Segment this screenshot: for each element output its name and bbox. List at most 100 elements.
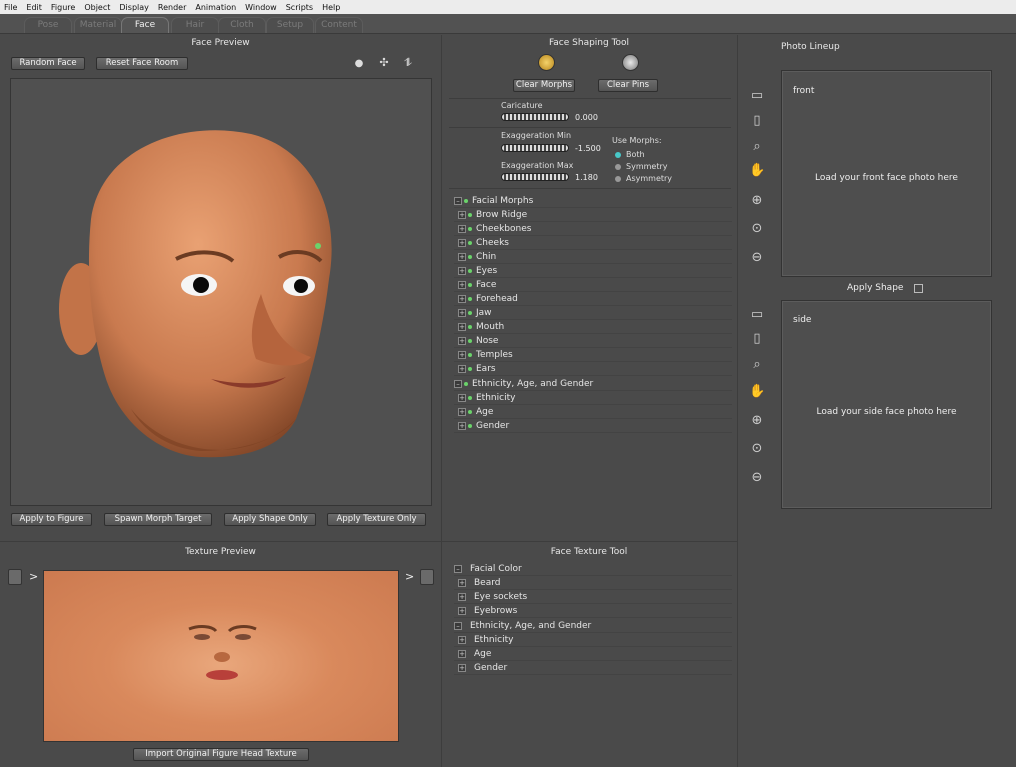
reset-face-room-button[interactable]: Reset Face Room xyxy=(96,57,188,70)
tab-cloth[interactable]: Cloth xyxy=(218,17,266,33)
tree-node-cheekbones[interactable]: + Cheekbones xyxy=(454,222,732,236)
trash-icon[interactable]: ▯ xyxy=(749,113,765,129)
tree-node-forehead[interactable]: + Forehead xyxy=(454,292,732,306)
tree-node-nose[interactable]: + Nose xyxy=(454,334,732,348)
tree-node-texture-gender[interactable]: + Gender xyxy=(454,661,732,675)
menu-scripts[interactable]: Scripts xyxy=(286,3,313,12)
tree-node-brow-ridge[interactable]: + Brow Ridge xyxy=(454,208,732,222)
zoom-reset-icon[interactable]: ⊙ xyxy=(749,221,765,237)
radio-both[interactable]: Both xyxy=(615,150,645,159)
expand-icon[interactable]: + xyxy=(458,322,466,331)
menu-file[interactable]: File xyxy=(4,3,17,12)
menu-help[interactable]: Help xyxy=(322,3,340,12)
tree-node-chin[interactable]: + Chin xyxy=(454,250,732,264)
pan-arrows-icon[interactable]: ✣ xyxy=(374,57,394,69)
expand-icon[interactable]: + xyxy=(458,210,466,219)
tree-node-facial-color[interactable]: – Facial Color xyxy=(454,562,732,576)
collapse-icon[interactable]: – xyxy=(454,379,462,388)
expand-icon[interactable]: + xyxy=(458,308,466,317)
apply-shape-only-button[interactable]: Apply Shape Only xyxy=(224,513,316,526)
tree-node-texture-ethnicity[interactable]: + Ethnicity xyxy=(454,633,732,647)
tree-node-mouth[interactable]: + Mouth xyxy=(454,320,732,334)
zoom-out-icon-side[interactable]: ⊖ xyxy=(749,470,765,486)
tree-node-ethnicity[interactable]: + Ethnicity xyxy=(454,391,732,405)
menu-figure[interactable]: Figure xyxy=(51,3,75,12)
collapse-icon[interactable]: – xyxy=(454,564,462,573)
expand-icon[interactable]: + xyxy=(458,421,466,430)
tree-node-temples[interactable]: + Temples xyxy=(454,348,732,362)
menu-render[interactable]: Render xyxy=(158,3,186,12)
magnifier-icon[interactable]: ⌕ xyxy=(749,139,765,155)
expand-icon[interactable]: + xyxy=(458,238,466,247)
import-head-texture-button[interactable]: Import Original Figure Head Texture xyxy=(133,748,309,761)
zoom-out-icon[interactable]: ⊖ xyxy=(749,250,765,266)
expand-icon[interactable]: + xyxy=(458,592,466,601)
caricature-slider[interactable] xyxy=(501,113,569,121)
page-icon-right[interactable] xyxy=(420,569,434,585)
menu-edit[interactable]: Edit xyxy=(26,3,42,12)
face-preview-viewport[interactable] xyxy=(10,78,432,506)
expand-icon[interactable]: + xyxy=(458,578,466,587)
tree-node-ears[interactable]: + Ears xyxy=(454,362,732,376)
apply-to-figure-button[interactable]: Apply to Figure xyxy=(11,513,92,526)
pin-tool-icon[interactable] xyxy=(622,54,639,71)
expand-icon[interactable]: + xyxy=(458,280,466,289)
exag-max-slider[interactable] xyxy=(501,173,569,181)
tree-node-facial-morphs[interactable]: – Facial Morphs xyxy=(454,194,732,208)
tab-setup[interactable]: Setup xyxy=(266,17,314,33)
side-photo-box[interactable]: side Load your side face photo here xyxy=(781,300,992,509)
radio-symmetry[interactable]: Symmetry xyxy=(615,162,667,171)
tree-node-eyebrows[interactable]: + Eyebrows xyxy=(454,604,732,618)
exag-min-slider[interactable] xyxy=(501,144,569,152)
menu-display[interactable]: Display xyxy=(119,3,149,12)
zoom-in-icon[interactable]: ⊕ xyxy=(749,193,765,209)
radio-asymmetry[interactable]: Asymmetry xyxy=(615,174,672,183)
page-icon-left[interactable] xyxy=(8,569,22,585)
expand-icon[interactable]: + xyxy=(458,252,466,261)
menu-object[interactable]: Object xyxy=(84,3,110,12)
apply-shape-checkbox[interactable] xyxy=(914,284,923,293)
spawn-morph-target-button[interactable]: Spawn Morph Target xyxy=(104,513,212,526)
tree-node-texture-ethnicity-age-gender[interactable]: – Ethnicity, Age, and Gender xyxy=(454,619,732,633)
magnifier-icon-side[interactable]: ⌕ xyxy=(749,357,765,373)
tab-content[interactable]: Content xyxy=(315,17,363,33)
clear-pins-button[interactable]: Clear Pins xyxy=(598,79,658,92)
collapse-icon[interactable]: – xyxy=(454,621,462,630)
expand-icon[interactable]: + xyxy=(458,336,466,345)
tab-hair[interactable]: Hair xyxy=(171,17,219,33)
expand-icon[interactable]: + xyxy=(458,606,466,615)
random-face-button[interactable]: Random Face xyxy=(11,57,85,70)
menu-window[interactable]: Window xyxy=(245,3,277,12)
pin-icon[interactable]: ⥮ xyxy=(403,56,413,70)
rotate-sphere-icon[interactable]: ● xyxy=(353,58,365,70)
apply-texture-only-button[interactable]: Apply Texture Only xyxy=(327,513,426,526)
hand-icon-side[interactable]: ✋ xyxy=(749,384,765,400)
hand-icon[interactable]: ✋ xyxy=(749,163,765,179)
expand-icon[interactable]: + xyxy=(458,407,466,416)
prev-arrow[interactable]: > xyxy=(29,570,38,583)
tab-face[interactable]: Face xyxy=(121,17,169,33)
menu-animation[interactable]: Animation xyxy=(195,3,236,12)
texture-preview-image[interactable] xyxy=(43,570,399,742)
expand-icon[interactable]: + xyxy=(458,393,466,402)
collapse-icon[interactable]: – xyxy=(454,196,462,205)
next-arrow[interactable]: > xyxy=(405,570,414,583)
expand-icon[interactable]: + xyxy=(458,635,466,644)
tree-node-ethnicity-age-gender[interactable]: – Ethnicity, Age, and Gender xyxy=(454,377,732,391)
zoom-reset-icon-side[interactable]: ⊙ xyxy=(749,441,765,457)
morph-brush-icon[interactable] xyxy=(538,54,555,71)
folder-icon-side[interactable]: ▭ xyxy=(749,307,765,323)
tree-node-cheeks[interactable]: + Cheeks xyxy=(454,236,732,250)
tree-node-face[interactable]: + Face xyxy=(454,278,732,292)
tab-material[interactable]: Material xyxy=(74,17,122,33)
expand-icon[interactable]: + xyxy=(458,350,466,359)
pin-marker[interactable] xyxy=(315,243,321,249)
tab-pose[interactable]: Pose xyxy=(24,17,72,33)
front-photo-box[interactable]: front Load your front face photo here xyxy=(781,70,992,277)
zoom-in-icon-side[interactable]: ⊕ xyxy=(749,413,765,429)
expand-icon[interactable]: + xyxy=(458,364,466,373)
expand-icon[interactable]: + xyxy=(458,294,466,303)
tree-node-jaw[interactable]: + Jaw xyxy=(454,306,732,320)
expand-icon[interactable]: + xyxy=(458,266,466,275)
folder-icon[interactable]: ▭ xyxy=(749,88,765,104)
